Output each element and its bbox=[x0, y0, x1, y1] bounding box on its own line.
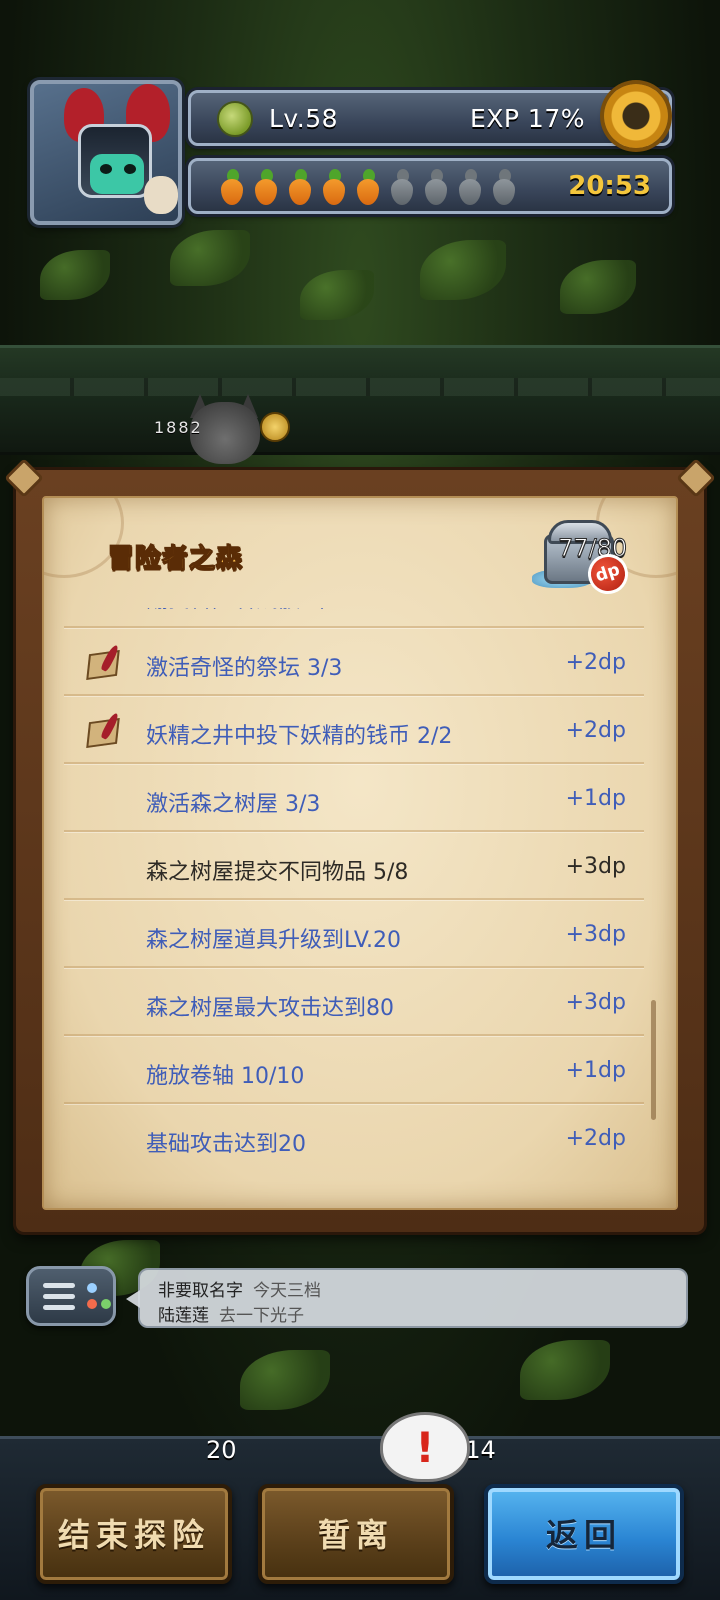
hud-left-number: 20 bbox=[206, 1436, 237, 1464]
chat-sender: 非要取名字 bbox=[158, 1281, 243, 1301]
stone-wall bbox=[0, 345, 720, 455]
quest-reward: +1dp bbox=[565, 786, 626, 811]
carrot-body bbox=[459, 179, 481, 205]
quest-label: 激活森之树屋 3/3 bbox=[146, 792, 321, 817]
quest-list[interactable]: 基础攻击达到20 +2dp 施放卷轴 10/10 +1dp 森之树屋最大攻击达到80 +3… bbox=[64, 608, 660, 1166]
carrot-full-icon bbox=[351, 167, 383, 207]
panel-title: 冒险者之森 bbox=[107, 544, 244, 575]
alert-exclamation-icon[interactable]: ! bbox=[380, 1412, 470, 1482]
chat-dot-icon bbox=[87, 1283, 97, 1293]
level-bar: Lv.58 EXP 17% bbox=[188, 90, 672, 146]
quest-row[interactable]: 激活森之树屋 3/3 +1dp bbox=[64, 770, 644, 832]
carrot-full-icon bbox=[249, 167, 281, 207]
quest-reward: +2dp bbox=[565, 718, 626, 743]
quest-label: 翻找冒险者残骸 3/3 bbox=[146, 608, 342, 614]
chat-text: 今天三档 bbox=[253, 1281, 321, 1301]
scroll-quill-icon bbox=[84, 711, 124, 752]
quest-panel: 冒险者之森 77/80 dp 基础攻击达到20 +2dp 施放卷轴 10/10 +1d… bbox=[42, 496, 678, 1210]
carrot-body bbox=[255, 179, 277, 205]
quest-row[interactable]: 基础攻击达到20 +2dp bbox=[64, 1110, 644, 1166]
quest-reward: +1dp bbox=[565, 1058, 626, 1083]
chat-message: 陆莲莲 去一下光子 bbox=[158, 1301, 304, 1326]
carrot-body bbox=[391, 179, 413, 205]
quest-reward: +3dp bbox=[565, 922, 626, 947]
quest-row[interactable]: 森之树屋最大攻击达到80 +3dp bbox=[64, 974, 644, 1036]
menu-line bbox=[43, 1283, 75, 1288]
carrot-body bbox=[221, 179, 243, 205]
chat-message: 非要取名字 今天三档 bbox=[158, 1276, 321, 1301]
quest-reward: +2dp bbox=[565, 650, 626, 675]
menu-line bbox=[43, 1305, 75, 1310]
back-button[interactable]: 返回 bbox=[484, 1484, 684, 1584]
quest-scrollbar[interactable] bbox=[651, 1000, 656, 1120]
quest-label: 森之树屋提交不同物品 5/8 bbox=[146, 860, 409, 885]
carrot-empty-icon bbox=[419, 167, 451, 207]
quest-row[interactable]: 施放卷轴 10/10 +1dp bbox=[64, 1042, 644, 1104]
end-exploration-button[interactable]: 结束探险 bbox=[36, 1484, 232, 1584]
hero-eye bbox=[124, 164, 136, 174]
chat-dot-icon bbox=[87, 1299, 97, 1309]
carrot-body bbox=[323, 179, 345, 205]
chat-button[interactable] bbox=[26, 1266, 116, 1326]
level-text: Lv.58 bbox=[269, 104, 339, 133]
carrot-empty-icon bbox=[453, 167, 485, 207]
quest-reward: +3dp bbox=[565, 990, 626, 1015]
carrot-empty-icon bbox=[385, 167, 417, 207]
energy-bar: 20:53 bbox=[188, 158, 672, 214]
quest-label: 施放卷轴 10/10 bbox=[146, 1064, 305, 1089]
carrot-body bbox=[357, 179, 379, 205]
player-avatar[interactable] bbox=[30, 80, 182, 225]
pet-companion bbox=[144, 176, 178, 214]
hero-face bbox=[90, 154, 144, 194]
quest-label: 激活奇怪的祭坛 3/3 bbox=[146, 656, 343, 681]
quest-row[interactable]: 森之树屋道具升级到LV.20 +3dp bbox=[64, 906, 644, 968]
carrot-full-icon bbox=[283, 167, 315, 207]
carrot-body bbox=[425, 179, 447, 205]
carrot-full-icon bbox=[215, 167, 247, 207]
chat-text: 去一下光子 bbox=[219, 1306, 304, 1326]
quest-row[interactable]: 妖精之井中投下妖精的钱币 2/2 +2dp bbox=[64, 702, 644, 764]
quest-label: 森之树屋道具升级到LV.20 bbox=[146, 928, 402, 953]
quest-row[interactable]: 翻找冒险者残骸 3/3+2dp bbox=[64, 608, 644, 628]
pause-button[interactable]: 暂离 bbox=[258, 1484, 454, 1584]
quest-row[interactable]: 森之树屋提交不同物品 5/8 +3dp bbox=[64, 838, 644, 900]
scroll-quill-icon bbox=[84, 643, 124, 684]
tree-level-icon bbox=[217, 101, 253, 137]
quest-label: 森之树屋最大攻击达到80 bbox=[146, 996, 394, 1021]
quest-label: 基础攻击达到20 bbox=[146, 1132, 306, 1157]
carrot-body bbox=[493, 179, 515, 205]
quest-label: 妖精之井中投下妖精的钱币 2/2 bbox=[146, 724, 453, 749]
chat-sender: 陆莲莲 bbox=[158, 1306, 209, 1326]
quest-reward: +2dp bbox=[565, 1126, 626, 1151]
energy-timer: 20:53 bbox=[568, 171, 651, 201]
carrot-body bbox=[289, 179, 311, 205]
carrot-full-icon bbox=[317, 167, 349, 207]
monster-hp: 1882 bbox=[154, 418, 203, 437]
carrot-energy-row bbox=[215, 167, 519, 207]
menu-line bbox=[43, 1294, 75, 1299]
settings-gear-icon[interactable] bbox=[598, 78, 674, 154]
hero-eye bbox=[100, 164, 112, 174]
quest-row[interactable]: 激活奇怪的祭坛 3/3 +2dp bbox=[64, 634, 644, 696]
exp-text: EXP 17% bbox=[469, 104, 585, 133]
attack-badge-icon bbox=[260, 412, 290, 442]
carrot-empty-icon bbox=[487, 167, 519, 207]
chat-preview[interactable]: 非要取名字 今天三档 陆莲莲 去一下光子 bbox=[126, 1268, 688, 1328]
quest-reward: +3dp bbox=[565, 854, 626, 879]
chat-dot-icon bbox=[101, 1299, 111, 1309]
